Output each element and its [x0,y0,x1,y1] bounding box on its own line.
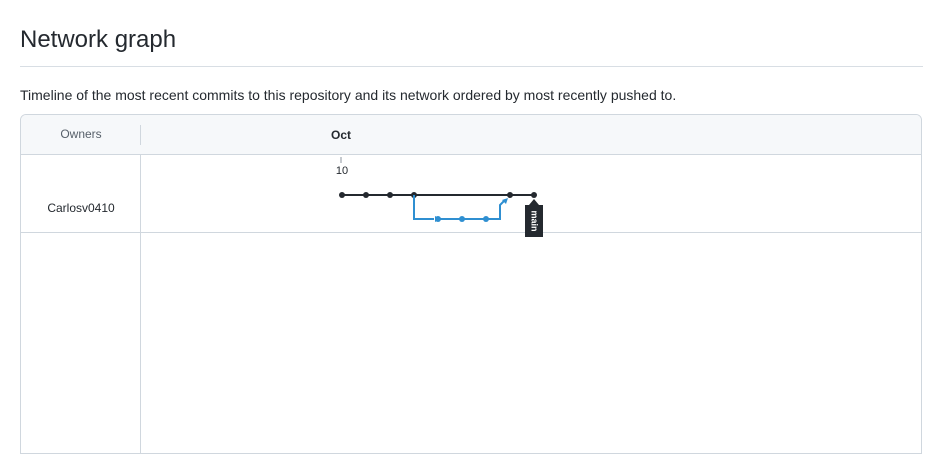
title-divider [20,66,923,67]
commit-graph-canvas: 10 main [336,157,543,237]
commit-dot[interactable] [531,192,537,198]
commit-dot[interactable] [339,192,345,198]
branch-tag[interactable]: main [525,199,543,237]
commit-dot[interactable] [363,192,369,198]
page-title: Network graph [20,26,177,53]
branch-tag-label: main [530,210,540,231]
commit-dot[interactable] [387,192,393,198]
feature-branch-line [413,195,508,222]
merge-path [486,199,506,220]
network-graph[interactable]: Owners Oct Carlosv0410 10 main [20,114,922,454]
branch-out-path [413,195,434,220]
day-label: 10 [336,165,348,177]
main-branch-line [339,192,537,198]
commit-dot[interactable] [483,216,489,222]
page-description: Timeline of the most recent commits to t… [20,87,677,103]
commit-dot[interactable] [435,216,441,222]
commit-dot[interactable] [459,216,465,222]
commit-dot[interactable] [507,192,513,198]
